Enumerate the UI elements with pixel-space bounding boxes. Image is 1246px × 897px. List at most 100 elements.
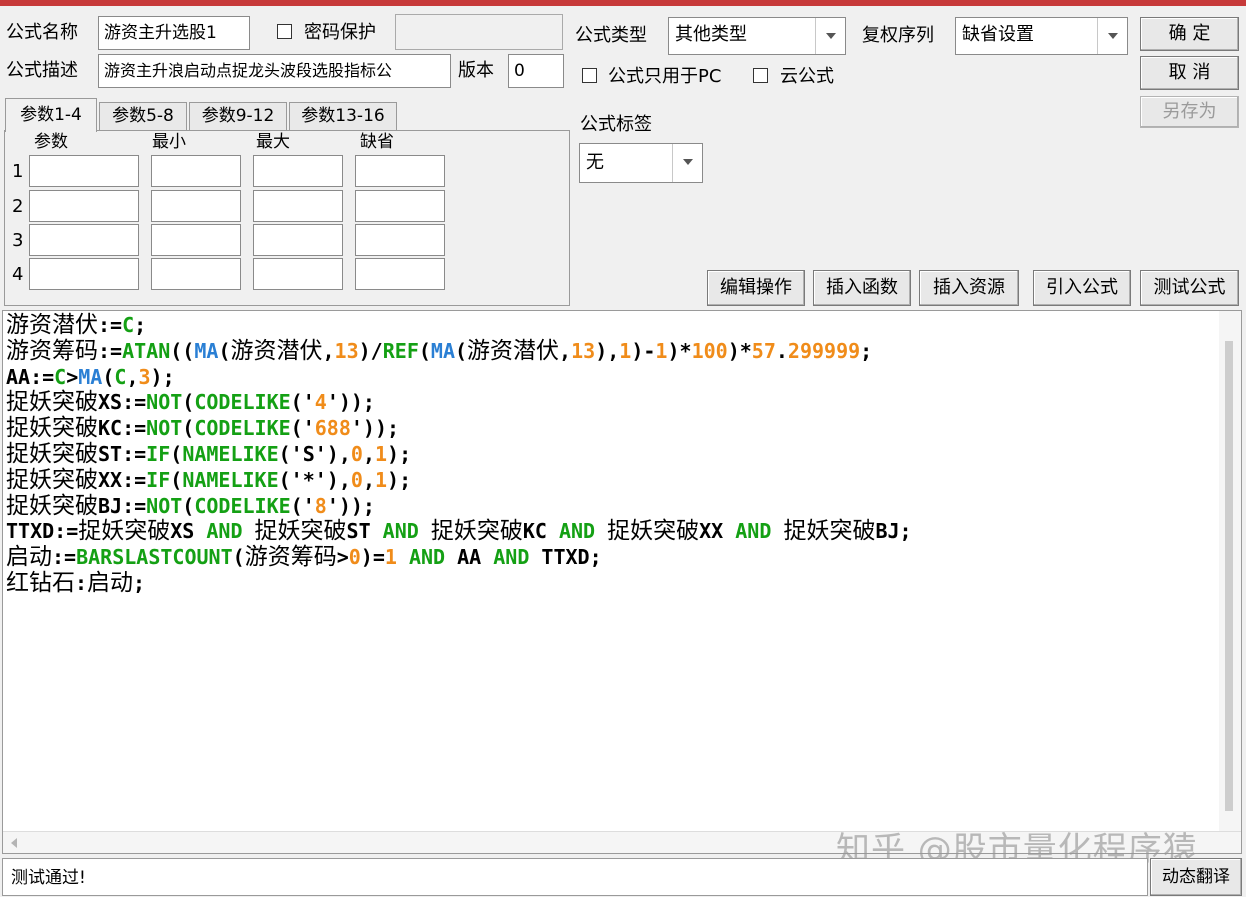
- code-text[interactable]: 游资潜伏:=C; 游资筹码:=ATAN((MA(游资潜伏,13)/REF(MA(游…: [6, 312, 912, 597]
- formula-tag-select[interactable]: 无: [579, 143, 703, 183]
- code-token: (: [455, 338, 468, 363]
- code-token: BJ;: [875, 519, 912, 544]
- code-token: );: [150, 364, 175, 389]
- formula-desc-input[interactable]: 游资主升浪启动点捉龙头波段选股指标公: [98, 54, 451, 88]
- password-input[interactable]: [395, 14, 563, 50]
- insert-function-button[interactable]: 插入函数: [813, 270, 911, 306]
- param-max-input[interactable]: [253, 155, 343, 187]
- code-token: 3: [138, 364, 151, 389]
- param-max-input[interactable]: [253, 258, 343, 290]
- code-token: .: [775, 338, 788, 363]
- code-line[interactable]: 捉妖突破ST:=IF(NAMELIKE('S'),0,1);: [6, 441, 912, 468]
- code-token: );: [387, 467, 412, 492]
- code-token: ;: [133, 570, 146, 595]
- param-max-input[interactable]: [253, 224, 343, 256]
- tab-params-5-8[interactable]: 参数5-8: [99, 102, 187, 130]
- code-token: IF: [146, 467, 171, 492]
- tab-params-13-16[interactable]: 参数13-16: [289, 102, 397, 130]
- param-header-max: 最大: [256, 132, 290, 152]
- chevron-left-icon[interactable]: [11, 838, 17, 848]
- formula-desc-label: 公式描述: [6, 60, 78, 81]
- code-line[interactable]: 捉妖突破XX:=IF(NAMELIKE('*'),0,1);: [6, 466, 912, 494]
- param-name-input[interactable]: [29, 155, 139, 187]
- cancel-button[interactable]: 取 消: [1140, 56, 1239, 90]
- code-token: C: [114, 364, 127, 389]
- param-name-input[interactable]: [29, 190, 139, 222]
- code-token: 捉妖突破: [254, 518, 347, 545]
- code-token: 1: [384, 545, 397, 570]
- code-token: NOT: [146, 416, 183, 441]
- param-name-input[interactable]: [29, 224, 139, 256]
- pc-only-checkbox[interactable]: [582, 68, 597, 83]
- chevron-down-icon[interactable]: [672, 144, 702, 182]
- chevron-down-icon[interactable]: [1097, 18, 1127, 54]
- code-token: IF: [146, 441, 171, 466]
- param-row-number: 3: [12, 230, 24, 251]
- code-token: );: [387, 441, 412, 466]
- code-token: (: [218, 338, 231, 363]
- vertical-scrollbar[interactable]: [1219, 311, 1241, 831]
- code-token: KC: [522, 519, 559, 544]
- param-min-input[interactable]: [151, 258, 241, 290]
- formula-tag-label: 公式标签: [580, 114, 652, 135]
- code-token: >: [336, 545, 349, 570]
- password-protect-checkbox[interactable]: [277, 24, 292, 39]
- cloud-formula-checkbox[interactable]: [753, 68, 768, 83]
- param-name-input[interactable]: [29, 258, 139, 290]
- code-line[interactable]: AA:=C>MA(C,3);: [6, 365, 912, 391]
- save-as-button[interactable]: 另存为: [1140, 96, 1239, 128]
- version-input[interactable]: 0: [508, 54, 564, 88]
- tab-params-1-4[interactable]: 参数1-4: [5, 98, 97, 132]
- code-line[interactable]: 捉妖突破KC:=NOT(CODELIKE('688'));: [6, 415, 912, 442]
- code-token: XX:=: [98, 467, 147, 492]
- param-min-input[interactable]: [151, 190, 241, 222]
- test-formula-button[interactable]: 测试公式: [1140, 270, 1239, 306]
- insert-resource-button[interactable]: 插入资源: [919, 270, 1019, 306]
- formula-type-select[interactable]: 其他类型: [668, 17, 846, 55]
- code-token: 启动: [6, 544, 52, 571]
- code-token: NAMELIKE: [182, 441, 279, 466]
- param-min-input[interactable]: [151, 224, 241, 256]
- code-line[interactable]: 启动:=BARSLASTCOUNT(游资筹码>0)=1 AND AA AND T…: [6, 544, 912, 571]
- restore-sequence-label: 复权序列: [862, 25, 934, 46]
- code-token: NOT: [146, 493, 183, 518]
- formula-name-input[interactable]: 游资主升选股1: [98, 16, 250, 50]
- code-line[interactable]: 游资潜伏:=C;: [6, 312, 912, 339]
- code-token: 299999: [787, 338, 861, 363]
- dynamic-translate-button[interactable]: 动态翻译: [1150, 858, 1242, 896]
- param-min-input[interactable]: [151, 155, 241, 187]
- code-token: 捉妖突破: [6, 466, 98, 493]
- edit-ops-button[interactable]: 编辑操作: [707, 270, 805, 306]
- restore-sequence-select[interactable]: 缺省设置: [955, 17, 1128, 55]
- code-token: AND: [735, 519, 772, 544]
- code-line[interactable]: 捉妖突破BJ:=NOT(CODELIKE('8'));: [6, 493, 912, 520]
- import-formula-button[interactable]: 引入公式: [1033, 270, 1131, 306]
- tab-params-9-12[interactable]: 参数9-12: [189, 102, 287, 130]
- param-default-input[interactable]: [355, 224, 445, 256]
- code-token: AA:=: [6, 364, 55, 389]
- scrollbar-thumb[interactable]: [1225, 341, 1233, 811]
- code-token: 100: [691, 338, 728, 363]
- code-line[interactable]: TTXD:=捉妖突破XS AND 捉妖突破ST AND 捉妖突破KC AND 捉…: [6, 518, 912, 545]
- code-token: ),: [595, 338, 620, 363]
- code-token: :=: [98, 313, 123, 337]
- code-editor[interactable]: 游资潜伏:=C; 游资筹码:=ATAN((MA(游资潜伏,13)/REF(MA(游…: [2, 310, 1242, 854]
- ok-button[interactable]: 确 定: [1140, 17, 1239, 51]
- code-token: C: [54, 364, 67, 389]
- code-token: 捉妖突破: [430, 518, 523, 545]
- param-default-input[interactable]: [355, 155, 445, 187]
- code-token: (': [290, 390, 315, 415]
- code-token: ,: [362, 467, 375, 492]
- param-default-input[interactable]: [355, 258, 445, 290]
- chevron-down-icon[interactable]: [815, 18, 845, 54]
- param-max-input[interactable]: [253, 190, 343, 222]
- code-line[interactable]: 游资筹码:=ATAN((MA(游资潜伏,13)/REF(MA(游资潜伏,13),…: [6, 338, 912, 365]
- param-default-input[interactable]: [355, 190, 445, 222]
- code-token: 13: [334, 338, 359, 363]
- code-line[interactable]: 红钻石:启动;: [6, 570, 912, 597]
- param-header-min: 最小: [152, 132, 186, 152]
- code-token: AND: [493, 545, 530, 570]
- code-line[interactable]: 捉妖突破XS:=NOT(CODELIKE('4'));: [6, 389, 912, 416]
